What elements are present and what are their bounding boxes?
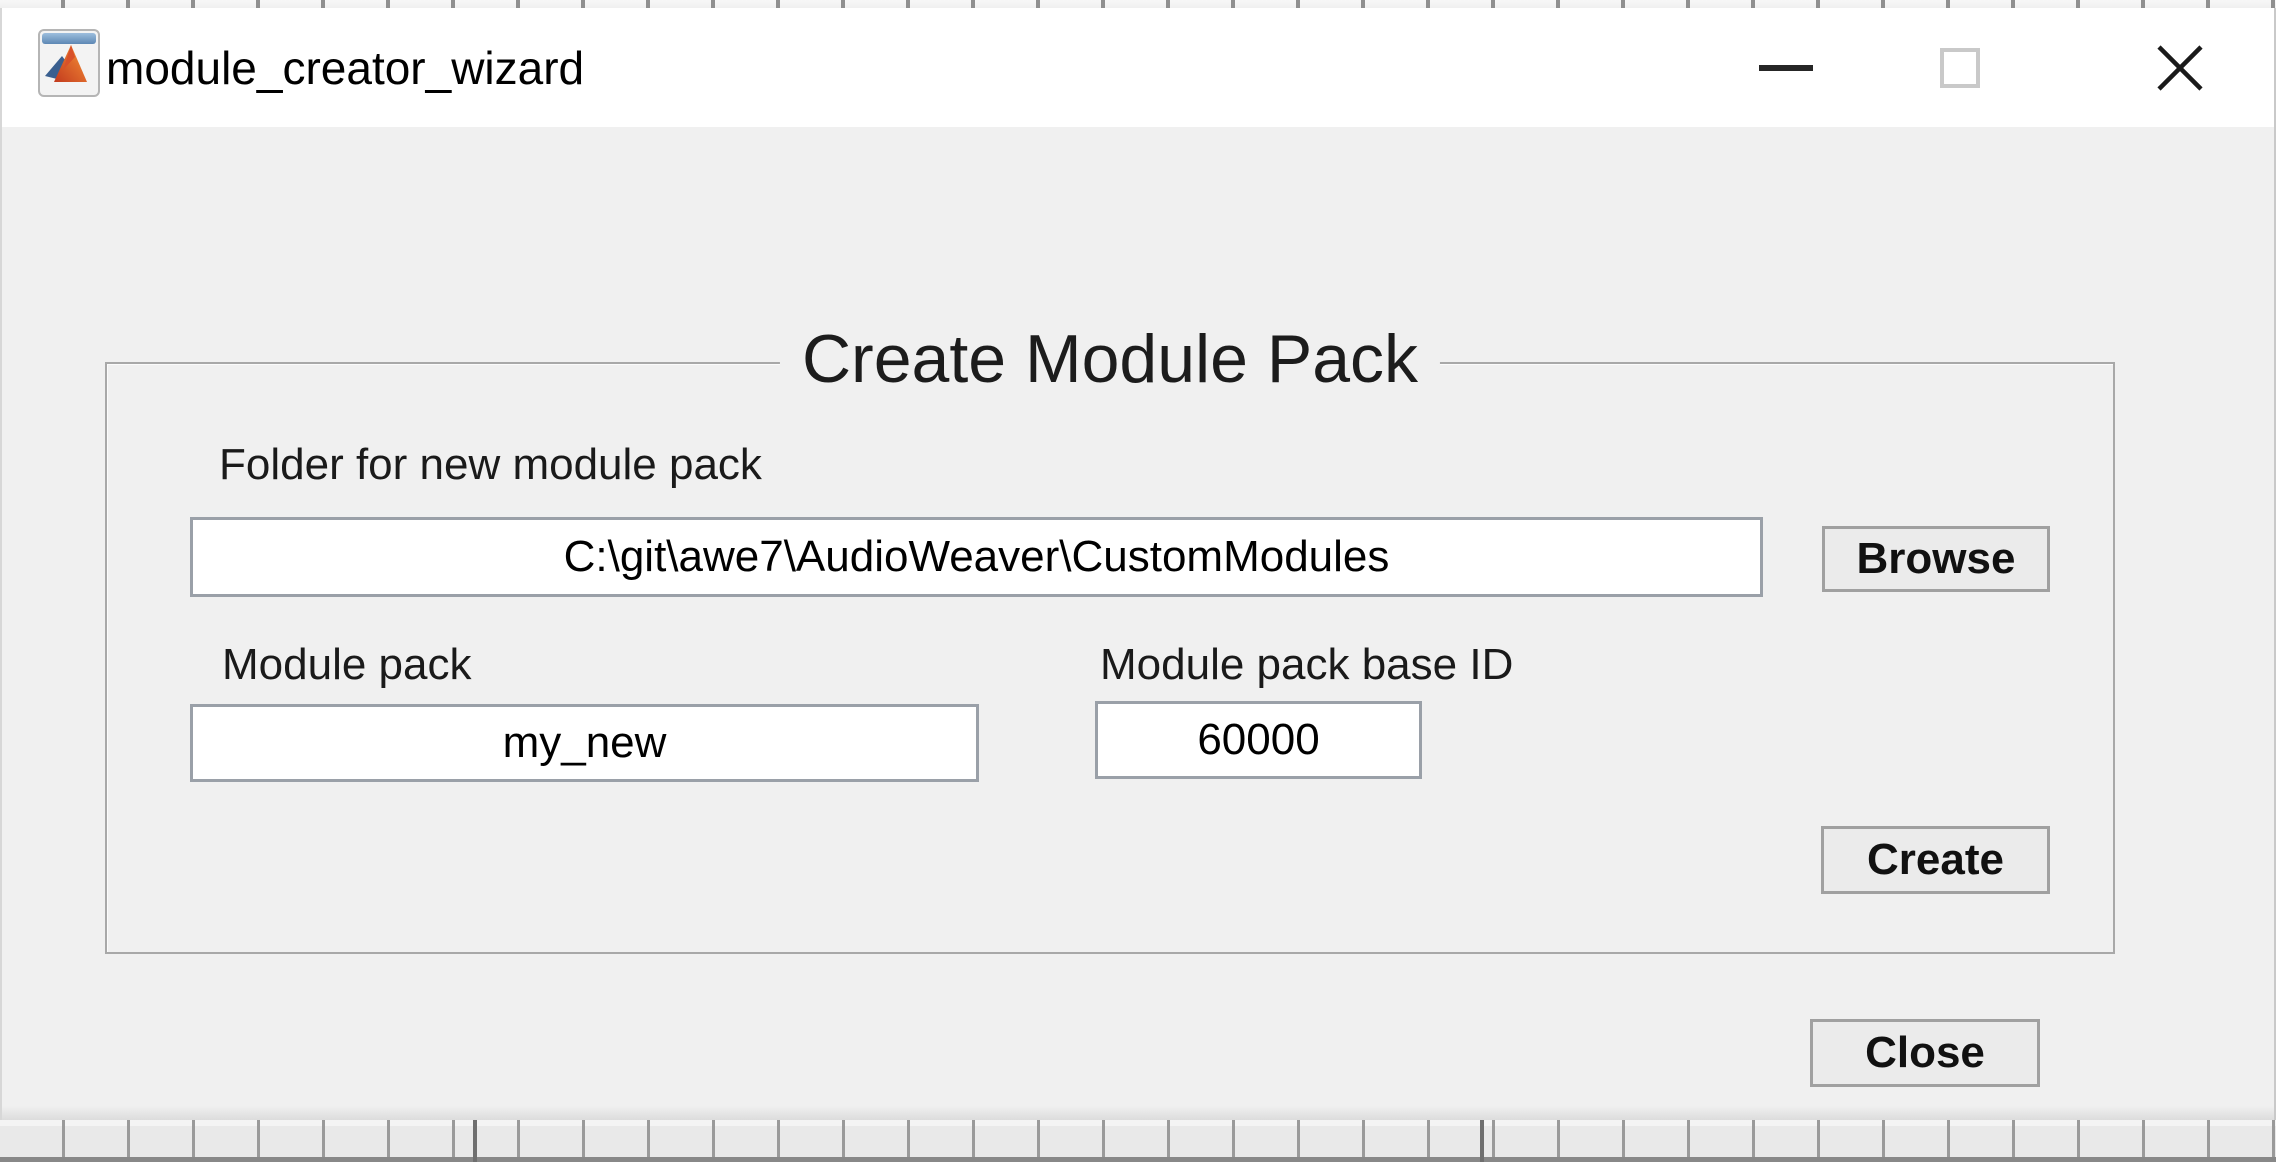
window-title: module_creator_wizard <box>106 8 584 127</box>
maximize-button[interactable] <box>1890 8 2030 127</box>
module-pack-label: Module pack <box>222 640 471 690</box>
minimize-icon <box>1759 65 1813 71</box>
background-grid-line <box>473 1120 477 1162</box>
create-module-pack-panel: Create Module Pack Folder for new module… <box>105 362 2115 954</box>
window-bottom-edge <box>2 1106 2274 1120</box>
base-id-label: Module pack base ID <box>1100 640 1513 690</box>
screen: module_creator_wizard Create Module Pack… <box>0 0 2276 1162</box>
create-button[interactable]: Create <box>1821 826 2050 894</box>
browse-button[interactable]: Browse <box>1822 526 2050 592</box>
module-pack-input[interactable] <box>190 704 979 782</box>
base-id-input[interactable] <box>1095 701 1422 779</box>
close-button[interactable]: Close <box>1810 1019 2040 1087</box>
background-grid-bottom <box>0 1120 2276 1162</box>
background-grid-top <box>0 0 2276 8</box>
window-titlebar: module_creator_wizard <box>2 8 2274 127</box>
matlab-figure-icon <box>38 28 100 98</box>
close-window-button[interactable] <box>2110 8 2250 127</box>
panel-title: Create Module Pack <box>780 320 1440 398</box>
maximize-icon <box>1940 48 1980 88</box>
background-grid-line <box>1480 1120 1484 1162</box>
folder-label: Folder for new module pack <box>219 440 762 490</box>
close-icon <box>2155 43 2205 93</box>
module-creator-wizard-window: module_creator_wizard Create Module Pack… <box>0 8 2276 1120</box>
minimize-button[interactable] <box>1716 8 1856 127</box>
folder-input[interactable] <box>190 517 1763 597</box>
